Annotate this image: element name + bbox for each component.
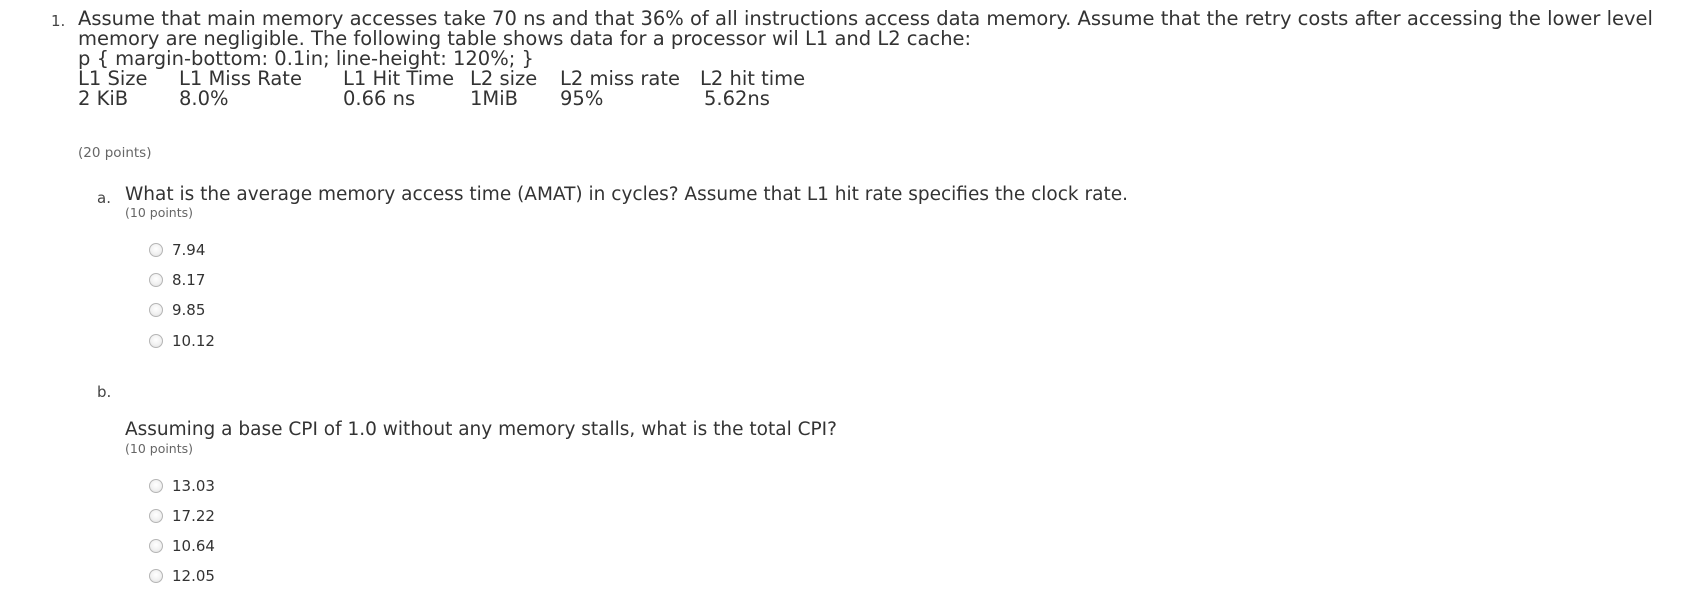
radio-button[interactable]	[149, 509, 163, 523]
part-b-points: (10 points)	[125, 441, 194, 456]
radio-button[interactable]	[149, 334, 163, 348]
question-body: Assume that main memory accesses take 70…	[78, 9, 1668, 109]
answer-option[interactable]: 10.12	[149, 331, 215, 351]
table-cell: 8.0%	[179, 87, 229, 110]
radio-button[interactable]	[149, 243, 163, 257]
table-header-cell: L1 Hit Time	[343, 67, 455, 90]
part-b-letter: b.	[97, 383, 112, 401]
question-points: (20 points)	[78, 145, 152, 161]
question-text-line-2: memory are negligible. The following tab…	[78, 27, 972, 50]
table-cell: 5.62ns	[704, 87, 770, 110]
answer-option[interactable]: 9.85	[149, 300, 205, 320]
answer-option[interactable]: 12.05	[149, 566, 215, 586]
table-cell: 1MiB	[470, 87, 519, 110]
table-header-cell: L2 miss rate	[560, 67, 681, 90]
answer-option[interactable]: 17.22	[149, 506, 215, 526]
css-text: p { margin-bottom: 0.1in; line-height: 1…	[78, 47, 534, 70]
option-label[interactable]: 10.64	[172, 537, 215, 555]
answer-option[interactable]: 8.17	[149, 270, 205, 290]
table-header-row: L1 Size L1 Miss Rate L1 Hit Time L2 size…	[78, 69, 824, 89]
part-a-letter: a.	[97, 189, 111, 207]
option-label[interactable]: 8.17	[172, 271, 205, 289]
option-label[interactable]: 10.12	[172, 332, 215, 350]
option-label[interactable]: 12.05	[172, 567, 215, 585]
part-b-question: Assuming a base CPI of 1.0 without any m…	[125, 419, 837, 440]
cache-data-table: L1 Size L1 Miss Rate L1 Hit Time L2 size…	[78, 69, 824, 109]
table-header-cell: L1 Miss Rate	[179, 67, 302, 90]
option-label[interactable]: 9.85	[172, 301, 205, 319]
table-cell: 95%	[560, 87, 604, 110]
part-a-points: (10 points)	[125, 205, 194, 220]
table-header-cell: L1 Size	[78, 67, 148, 90]
radio-button[interactable]	[149, 479, 163, 493]
table-cell: 0.66 ns	[343, 87, 416, 110]
option-label[interactable]: 13.03	[172, 477, 215, 495]
option-label[interactable]: 17.22	[172, 507, 215, 525]
part-a-question: What is the average memory access time (…	[125, 184, 1128, 205]
radio-button[interactable]	[149, 273, 163, 287]
answer-option[interactable]: 13.03	[149, 476, 215, 496]
option-label[interactable]: 7.94	[172, 241, 205, 259]
radio-button[interactable]	[149, 569, 163, 583]
question-number: 1.	[51, 12, 66, 30]
table-row: 2 KiB 8.0% 0.66 ns 1MiB 95% 5.62ns	[78, 89, 824, 109]
radio-button[interactable]	[149, 539, 163, 553]
table-header-cell: L2 hit time	[700, 67, 806, 90]
table-cell: 2 KiB	[78, 87, 129, 110]
question-text-line-1: Assume that main memory accesses take 70…	[78, 7, 1653, 30]
answer-option[interactable]: 10.64	[149, 536, 215, 556]
radio-button[interactable]	[149, 303, 163, 317]
table-header-cell: L2 size	[470, 67, 538, 90]
answer-option[interactable]: 7.94	[149, 240, 205, 260]
